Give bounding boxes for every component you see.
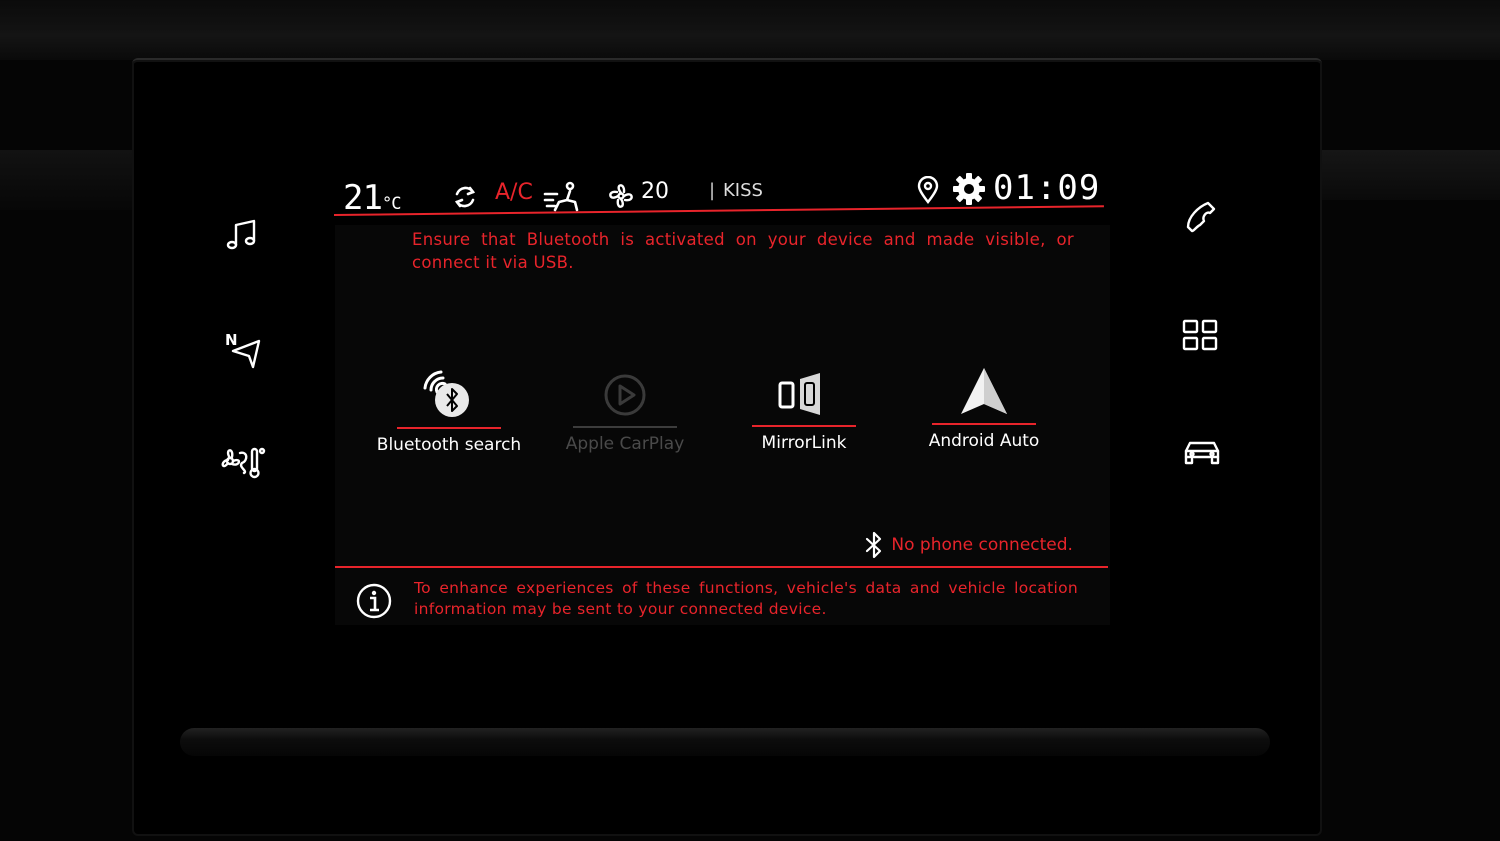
play-circle-icon xyxy=(604,374,646,416)
bluetooth-search-icon xyxy=(423,370,469,417)
bluetooth-search-label: Bluetooth search xyxy=(376,435,522,455)
nav-badge: N xyxy=(225,331,238,349)
apple-carplay-underline xyxy=(573,426,677,428)
dashboard-trim-top xyxy=(0,0,1500,60)
nav-phone-button[interactable] xyxy=(1175,192,1225,242)
apps-grid-icon xyxy=(1182,319,1218,351)
settings-button[interactable] xyxy=(951,171,987,211)
climate-fan-icon xyxy=(221,447,266,479)
nav-vehicle-button[interactable] xyxy=(1177,426,1227,476)
bluetooth-search-button[interactable]: Bluetooth search xyxy=(374,365,524,455)
connection-status-text: No phone connected. xyxy=(891,535,1073,555)
nav-music-button[interactable] xyxy=(217,210,267,260)
dashboard-trim-right xyxy=(1320,150,1500,200)
recirculation-button[interactable] xyxy=(450,182,480,216)
mirrorlink-icon xyxy=(778,373,820,415)
mirrorlink-underline xyxy=(752,425,856,427)
nav-apps-button[interactable] xyxy=(1175,310,1225,360)
location-pin-icon xyxy=(917,175,939,204)
cabin-temperature[interactable]: 21°C xyxy=(343,178,402,218)
info-message: To enhance experiences of these function… xyxy=(414,579,1078,618)
fan-icon xyxy=(609,184,633,208)
location-button[interactable] xyxy=(917,175,939,208)
bluetooth-search-underline xyxy=(397,427,501,429)
apple-carplay-button: Apple CarPlay xyxy=(550,364,700,454)
temperature-unit: °C xyxy=(381,194,402,214)
seat-airflow-icon xyxy=(543,181,579,212)
mirrorlink-label: MirrorLink xyxy=(761,433,847,453)
clock: 01:09 xyxy=(993,168,1101,208)
android-auto-button[interactable]: Android Auto xyxy=(909,361,1059,451)
connection-status: No phone connected. xyxy=(862,531,1073,559)
bluetooth-icon xyxy=(865,531,882,559)
mirrorlink-button[interactable]: MirrorLink xyxy=(729,363,879,453)
android-auto-icon xyxy=(961,368,1007,414)
temperature-value: 21 xyxy=(343,178,383,218)
recirculation-icon xyxy=(454,186,476,208)
phone-handset-icon xyxy=(1186,201,1216,233)
android-auto-underline xyxy=(932,423,1036,425)
fan-speed-value: 20 xyxy=(641,179,669,204)
screen-lower-lip xyxy=(180,728,1270,756)
info-icon[interactable] xyxy=(356,583,392,619)
footer-divider xyxy=(335,566,1108,568)
android-auto-label: Android Auto xyxy=(928,431,1040,451)
ac-button[interactable]: A/C xyxy=(495,180,533,205)
settings-gear-icon xyxy=(953,173,985,205)
status-separator: | xyxy=(709,180,716,201)
nav-climate-button[interactable] xyxy=(218,436,268,486)
radio-station[interactable]: KISS xyxy=(723,180,763,201)
music-note-icon xyxy=(226,219,256,250)
dashboard-trim-left xyxy=(0,150,135,210)
apple-carplay-label: Apple CarPlay xyxy=(565,434,685,454)
instruction-message: Ensure that Bluetooth is activated on yo… xyxy=(412,230,1074,272)
car-icon xyxy=(1184,441,1220,465)
navigation-arrow-icon: N xyxy=(225,331,261,369)
nav-navigation-button[interactable]: N xyxy=(218,326,268,376)
